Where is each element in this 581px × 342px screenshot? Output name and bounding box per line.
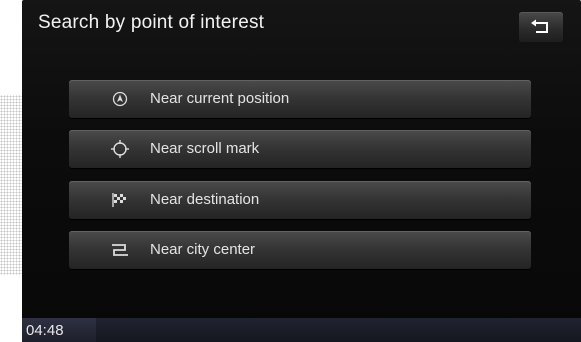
back-button[interactable]: [519, 12, 563, 42]
clock-area: 04:48: [22, 318, 96, 342]
back-arrow-icon: [531, 19, 548, 33]
menu-item-label: Near city center: [150, 241, 256, 258]
menu-item-near-city-center[interactable]: Near city center: [69, 231, 531, 269]
status-bar: 04:48: [22, 318, 581, 342]
print-dither-artifact: [0, 95, 22, 275]
menu-item-label: Near scroll mark: [150, 140, 260, 157]
crosshair-icon: [109, 138, 131, 160]
clock-time: 04:48: [26, 322, 64, 339]
checkered-flag-icon: [109, 189, 131, 211]
page-title: Search by point of interest: [38, 12, 265, 33]
menu-item-label: Near destination: [150, 191, 260, 208]
navigation-screen: Search by point of interest 1 Near curre…: [22, 0, 581, 342]
menu-item-near-destination[interactable]: Near destination: [69, 181, 531, 219]
menu-item-near-scroll-mark[interactable]: Near scroll mark: [69, 130, 531, 168]
compass-icon: [109, 88, 131, 110]
menu-item-near-current-position[interactable]: Near current position: [69, 80, 531, 118]
menu-item-label: Near current position: [150, 90, 290, 107]
city-center-icon: [109, 239, 131, 261]
